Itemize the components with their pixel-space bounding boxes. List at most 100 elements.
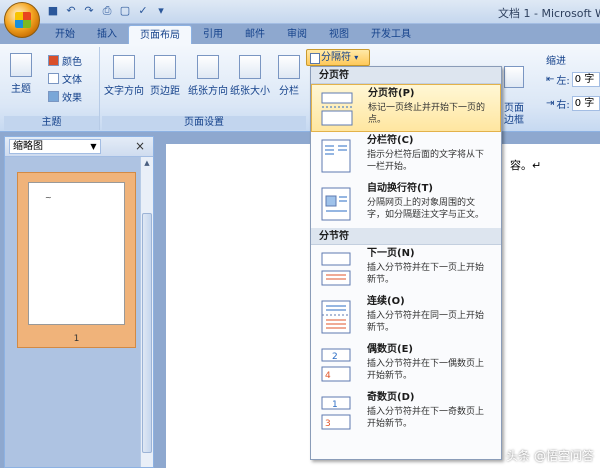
breaks-button[interactable]: 分隔符 ▾ bbox=[306, 49, 370, 66]
effects-icon bbox=[48, 91, 59, 102]
scroll-up-icon[interactable]: ▲ bbox=[141, 159, 153, 169]
svg-text:2: 2 bbox=[332, 352, 338, 362]
indent-right-icon: ⇥ bbox=[546, 98, 555, 109]
menu-item-desc: 插入分节符并在同一页上开始 新节。 bbox=[367, 311, 485, 333]
page-setup-group-label: 页面设置 bbox=[102, 116, 306, 130]
even-page-icon: 2 4 bbox=[321, 348, 351, 382]
thumbnail-text-mark: ~ bbox=[45, 193, 52, 202]
page-thumbnail[interactable]: ~ 1 bbox=[17, 172, 136, 348]
colors-button[interactable]: 颜色 bbox=[48, 53, 82, 68]
menu-item-title: 自动换行符(T) bbox=[367, 183, 433, 194]
orientation-button[interactable]: 纸张方向 bbox=[188, 55, 228, 97]
menu-item-column-break[interactable]: 分栏符(C) 指示分栏符后面的文字将从下 一栏开始。 bbox=[311, 132, 501, 180]
margins-button[interactable]: 页边距 bbox=[150, 55, 180, 97]
breaks-dropdown-icon: ▾ bbox=[354, 53, 359, 62]
save-icon[interactable]: ■ bbox=[46, 4, 60, 18]
page-borders-button[interactable]: 页面 边框 bbox=[504, 54, 524, 127]
themes-icon bbox=[10, 53, 32, 77]
indent-right-label: 右: bbox=[556, 100, 570, 111]
pane-scrollbar[interactable]: ▲ bbox=[140, 157, 153, 467]
undo-icon[interactable]: ↶ bbox=[64, 4, 78, 18]
columns-icon bbox=[278, 55, 300, 79]
pane-view-select-value: 缩略图 bbox=[13, 141, 43, 152]
menu-item-desc: 标记一页终止并开始下一页的 点。 bbox=[368, 103, 486, 125]
menu-item-desc: 分隔网页上的对象周围的文 字，如分隔题注文字与正文。 bbox=[367, 198, 485, 220]
colors-label: 颜色 bbox=[62, 57, 82, 68]
office-button[interactable] bbox=[4, 2, 40, 38]
indent-right-input[interactable]: 0 字 bbox=[571, 96, 600, 111]
pane-view-select[interactable]: 缩略图 ▼ bbox=[9, 139, 101, 154]
menu-item-title: 奇数页(D) bbox=[367, 392, 415, 403]
svg-text:1: 1 bbox=[332, 400, 338, 410]
menu-item-desc: 插入分节符并在下一页上开始 新节。 bbox=[367, 263, 485, 285]
fonts-button[interactable]: 文体 bbox=[48, 71, 82, 86]
redo-icon[interactable]: ↷ bbox=[82, 4, 96, 18]
page-break-icon bbox=[321, 92, 353, 126]
size-label: 纸张大小 bbox=[230, 86, 270, 97]
indent-right-spinner: ⇥ 右: 0 字 bbox=[546, 96, 600, 111]
orientation-icon bbox=[197, 55, 219, 79]
quick-access-toolbar: ■ ↶ ↷ ⎙ ▢ ✓ ▾ bbox=[46, 4, 168, 18]
menu-item-even-page[interactable]: 2 4 偶数页(E) 插入分节符并在下一偶数页上 开始新节。 bbox=[311, 341, 501, 389]
check-icon[interactable]: ✓ bbox=[136, 4, 150, 18]
tab-review[interactable]: 审阅 bbox=[276, 25, 318, 45]
tab-view[interactable]: 视图 bbox=[318, 25, 360, 45]
column-break-icon bbox=[321, 139, 351, 173]
group-themes: 主题 颜色 文体 效果 主题 bbox=[4, 47, 100, 130]
breaks-label: 分隔符 bbox=[321, 52, 351, 63]
text-direction-button[interactable]: 文字方向 bbox=[104, 55, 144, 97]
svg-text:4: 4 bbox=[325, 371, 331, 381]
window-title: 文档 1 - Microsoft W bbox=[498, 7, 600, 20]
qat-dropdown-icon[interactable]: ▾ bbox=[154, 4, 168, 18]
menu-item-next-page[interactable]: 下一页(N) 插入分节符并在下一页上开始 新节。 bbox=[311, 245, 501, 293]
close-icon[interactable]: × bbox=[135, 139, 145, 153]
columns-label: 分栏 bbox=[279, 86, 299, 97]
new-icon[interactable]: ▢ bbox=[118, 4, 132, 18]
breaks-menu: 分页符 分页符(P) 标记一页终止并开始下一页的 点。 分栏符(C) 指示分栏符… bbox=[310, 66, 502, 460]
tab-references[interactable]: 引用 bbox=[192, 25, 234, 45]
indent-left-label: 左: bbox=[556, 76, 570, 87]
tab-mailings[interactable]: 邮件 bbox=[234, 25, 276, 45]
menu-item-title: 连续(O) bbox=[367, 296, 405, 307]
themes-label: 主题 bbox=[11, 84, 31, 95]
indent-left-icon: ⇤ bbox=[546, 74, 555, 85]
menu-item-title: 分栏符(C) bbox=[367, 135, 414, 146]
tab-insert[interactable]: 插入 bbox=[86, 25, 128, 45]
svg-text:3: 3 bbox=[325, 419, 331, 429]
text-direction-icon bbox=[113, 55, 135, 79]
effects-button[interactable]: 效果 bbox=[48, 89, 82, 104]
menu-item-continuous[interactable]: 连续(O) 插入分节符并在同一页上开始 新节。 bbox=[311, 293, 501, 341]
orientation-label: 纸张方向 bbox=[188, 86, 228, 97]
ribbon-tabs: 开始 插入 页面布局 引用 邮件 审阅 视图 开发工具 bbox=[44, 25, 422, 45]
page-borders-icon bbox=[504, 66, 524, 88]
document-text[interactable]: 容。↵ bbox=[510, 157, 541, 173]
indent-left-spinner: ⇤ 左: 0 字 bbox=[546, 72, 600, 87]
effects-label: 效果 bbox=[62, 93, 82, 104]
odd-page-icon: 1 3 bbox=[321, 396, 351, 430]
menu-section-page-breaks: 分页符 bbox=[311, 67, 501, 84]
columns-button[interactable]: 分栏 bbox=[278, 55, 300, 97]
title-bar: ■ ↶ ↷ ⎙ ▢ ✓ ▾ 文档 1 - Microsoft W bbox=[0, 0, 600, 24]
menu-item-desc: 插入分节符并在下一奇数页上 开始新节。 bbox=[367, 407, 485, 429]
fonts-icon bbox=[48, 73, 59, 84]
menu-item-desc: 插入分节符并在下一偶数页上 开始新节。 bbox=[367, 359, 485, 381]
menu-item-odd-page[interactable]: 1 3 奇数页(D) 插入分节符并在下一奇数页上 开始新节。 bbox=[311, 389, 501, 437]
tab-page-layout[interactable]: 页面布局 bbox=[128, 25, 192, 45]
menu-section-section-breaks: 分节符 bbox=[311, 228, 501, 245]
size-button[interactable]: 纸张大小 bbox=[230, 55, 270, 97]
menu-item-title: 偶数页(E) bbox=[367, 344, 413, 355]
indent-left-input[interactable]: 0 字 bbox=[571, 72, 600, 87]
thumbnail-page: ~ bbox=[28, 182, 125, 325]
chevron-down-icon: ▼ bbox=[90, 142, 97, 151]
tab-home[interactable]: 开始 bbox=[44, 25, 86, 45]
page-size-icon bbox=[239, 55, 261, 79]
print-icon[interactable]: ⎙ bbox=[100, 4, 114, 18]
themes-button[interactable]: 主题 bbox=[10, 53, 32, 95]
menu-item-text-wrapping-break[interactable]: 自动换行符(T) 分隔网页上的对象周围的文 字，如分隔题注文字与正文。 bbox=[311, 180, 501, 228]
colors-icon bbox=[48, 55, 59, 66]
scrollbar-thumb[interactable] bbox=[142, 213, 152, 453]
page-borders-label: 页面 边框 bbox=[504, 103, 524, 126]
tab-developer[interactable]: 开发工具 bbox=[360, 25, 422, 45]
menu-item-page-break[interactable]: 分页符(P) 标记一页终止并开始下一页的 点。 bbox=[311, 84, 501, 132]
thumbnail-pane: 缩略图 ▼ × ~ 1 ▲ bbox=[4, 136, 154, 468]
